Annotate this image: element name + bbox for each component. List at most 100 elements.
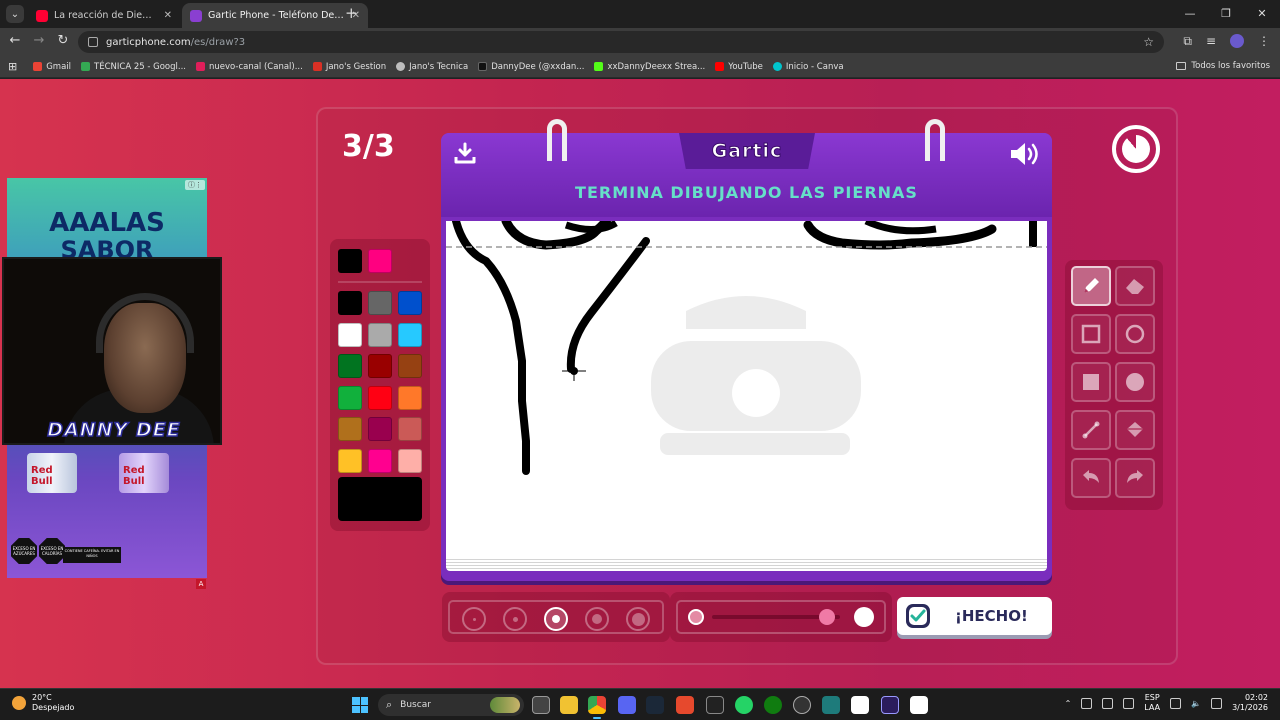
task-view-icon[interactable] [532,696,550,714]
close-window-button[interactable]: ✕ [1244,0,1280,28]
adchoices-icon[interactable]: A [196,579,206,589]
color-swatch[interactable] [398,448,422,473]
reload-button[interactable]: ↻ [54,33,72,48]
color-swatch[interactable] [338,385,362,410]
browser-menu-icon[interactable]: ⋮ [1258,34,1270,49]
pencil-tool[interactable] [1071,266,1111,306]
eraser-tool[interactable] [1115,266,1155,306]
whatsapp-icon[interactable] [735,696,753,714]
steam-icon[interactable] [646,696,664,714]
line-tool[interactable] [1071,410,1111,450]
tab-youtube[interactable]: La reacción de Dieguito Fernández ✕ [28,3,180,28]
color-swatch[interactable] [368,322,392,347]
color-swatch[interactable] [368,385,392,410]
close-tab-icon[interactable]: ✕ [164,10,172,21]
start-button[interactable] [352,697,368,713]
apps-grid-icon[interactable]: ⊞ [8,60,17,73]
color-swatch[interactable] [368,354,392,378]
weather-widget[interactable]: 20°C Despejado [12,693,74,713]
color-swatch[interactable] [338,354,362,378]
language-indicator[interactable]: ESP LAA [1144,693,1160,713]
done-button[interactable]: ¡HECHO! [897,597,1052,635]
brush-size-button[interactable] [585,607,609,631]
bookmark-label: nuevo-canal (Canal)... [208,61,303,72]
filled-rectangle-tool[interactable] [1071,362,1111,402]
capcut-icon[interactable] [910,696,928,714]
bookmark-tiktok[interactable]: DannyDee (@xxdan... [478,62,584,72]
site-info-icon[interactable] [88,37,98,47]
clock[interactable]: 02:02 3/1/2026 [1232,693,1268,713]
forward-button[interactable]: → [30,33,48,48]
app-icon[interactable] [793,696,811,714]
bookmark-gmail[interactable]: Gmail [33,62,71,72]
brush-size-button[interactable] [462,607,486,631]
taskbar-search[interactable]: ⌕ Buscar [378,694,524,716]
premiere-icon[interactable] [881,696,899,714]
battery-icon[interactable] [1211,697,1223,709]
color-swatch[interactable] [338,291,362,315]
color-swatch[interactable] [398,322,422,347]
xbox-icon[interactable] [764,696,782,714]
file-explorer-icon[interactable] [560,696,578,714]
tray-app-icon[interactable] [1081,697,1093,709]
color-swatch[interactable] [338,448,362,473]
color-swatch[interactable] [368,417,392,441]
all-bookmarks[interactable]: Todos los favoritos [1176,61,1270,71]
app-icon[interactable] [676,696,694,714]
color-swatch[interactable] [338,322,362,347]
tab-search-button[interactable]: ⌄ [6,5,24,23]
ad-can-brand: Red Bull [31,465,53,487]
filled-ellipse-tool[interactable] [1115,362,1155,402]
volume-icon[interactable] [1009,141,1041,167]
tab-gartic[interactable]: Gartic Phone - Teléfono Descomponido ✕ [182,3,368,28]
brush-size-button[interactable] [626,607,650,631]
ad-info-icon[interactable]: ⓘ⋮ [185,180,205,190]
new-tab-button[interactable]: + [345,4,358,22]
app-icon[interactable] [822,696,840,714]
fill-bucket-tool[interactable] [1115,410,1155,450]
epic-games-icon[interactable] [706,696,724,714]
restore-button[interactable]: ❐ [1208,0,1244,28]
color-swatch[interactable] [338,417,362,441]
brush-size-button[interactable] [544,607,568,631]
volume-icon[interactable]: 🔈 [1191,699,1201,708]
opacity-slider-thumb[interactable] [819,609,836,625]
rectangle-tool[interactable] [1071,314,1111,354]
download-icon[interactable] [453,141,477,165]
color-swatch[interactable] [398,417,422,441]
bookmark-canva[interactable]: Inicio - Canva [772,62,844,72]
bookmark-youtube[interactable]: YouTube [715,62,763,72]
address-bar[interactable]: garticphone.com/es/draw?3 ☆ [78,31,1164,53]
capcut-icon[interactable] [851,696,869,714]
brush-size-button[interactable] [503,607,527,631]
bookmark-jano-gestion[interactable]: Jano's Gestion [312,62,386,72]
undo-tool[interactable] [1071,458,1111,498]
extensions-icon[interactable]: ⧉ [1183,34,1192,49]
tray-app-icon[interactable] [1123,697,1135,709]
color-swatch[interactable] [398,354,422,378]
bookmark-slack[interactable]: nuevo-canal (Canal)... [195,61,303,72]
back-button[interactable]: ← [6,33,24,48]
color-swatch[interactable] [398,385,422,410]
bookmark-kick[interactable]: xxDannyDeexx Strea... [594,62,705,72]
profile-avatar[interactable] [1230,34,1244,48]
color-swatch[interactable] [368,249,392,273]
color-swatch[interactable] [338,249,362,273]
media-controls-icon[interactable]: ≡ [1206,34,1216,49]
chrome-icon[interactable] [588,696,606,719]
ellipse-tool[interactable] [1115,314,1155,354]
bookmark-tecnica[interactable]: TÉCNICA 25 - Googl... [81,62,186,72]
color-swatch[interactable] [368,448,392,473]
show-hidden-icons[interactable]: ⌃ [1065,699,1072,708]
bookmark-star-icon[interactable]: ☆ [1143,35,1154,49]
wifi-icon[interactable] [1170,697,1182,709]
drawing-canvas[interactable] [446,221,1047,559]
minimize-button[interactable]: — [1172,0,1208,28]
redo-tool[interactable] [1115,458,1155,498]
discord-icon[interactable] [618,696,636,714]
color-swatch[interactable] [398,291,422,315]
color-swatch[interactable] [368,291,392,315]
bookmark-jano-tecnica[interactable]: Jano's Tecnica [396,62,468,72]
gartic-logo: Gartic [679,133,815,169]
tray-app-icon[interactable] [1102,697,1114,709]
